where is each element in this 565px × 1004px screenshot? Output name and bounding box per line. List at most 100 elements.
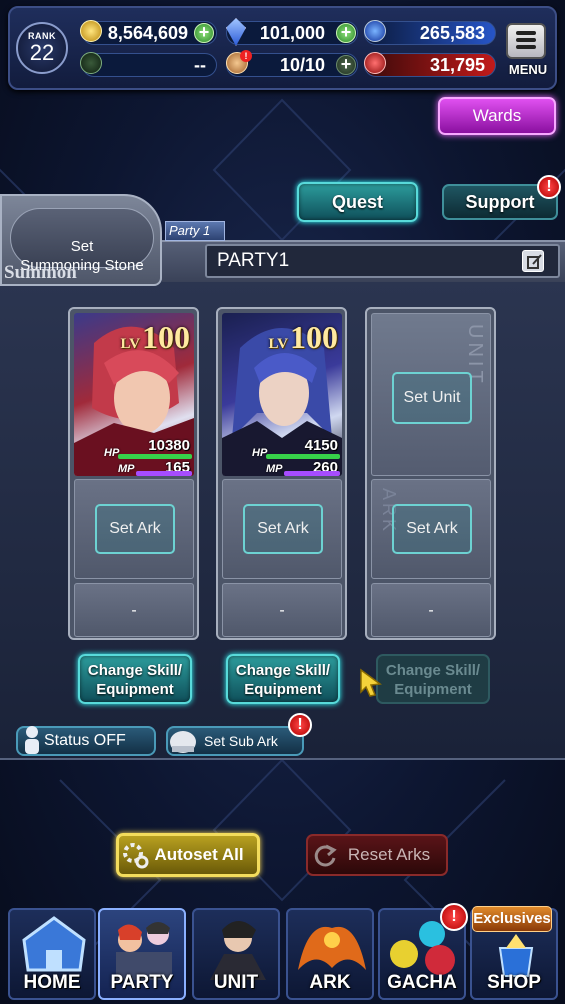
wards-button[interactable]: Wards — [438, 97, 556, 135]
blue-orb-icon — [364, 20, 386, 42]
summon-label: Summon — [4, 262, 77, 283]
change-skill-label: Change Skill/ Equipment — [385, 662, 481, 698]
change-skill-button-2[interactable]: Change Skill/ Equipment — [226, 654, 340, 704]
rank-value: 22 — [29, 40, 55, 65]
support-badge: ! — [537, 175, 561, 199]
change-skill-label: Change Skill/ Equipment — [87, 662, 183, 698]
set-ark-button-2[interactable]: Set Ark — [243, 504, 323, 554]
ark-slot-2: Set Ark — [222, 479, 342, 579]
set-ark-label: Set Ark — [257, 520, 309, 537]
green-compass-icon — [80, 52, 102, 74]
exclusives-badge: Exclusives — [472, 906, 552, 932]
party-icon — [116, 922, 172, 980]
nav-party[interactable]: PARTY — [98, 908, 186, 1000]
sub-slot-value: - — [131, 602, 137, 619]
nav-ark-label: ARK — [309, 972, 351, 993]
nav-ark[interactable]: ARK — [286, 908, 374, 1000]
mp-bar — [136, 471, 192, 476]
helmet-icon — [170, 731, 196, 753]
edit-icon[interactable] — [522, 250, 544, 272]
blue-orb-value: 265,583 — [419, 23, 485, 43]
menu-icon — [516, 31, 536, 35]
ark-icon — [298, 926, 366, 970]
stamina-value: 10/10 — [279, 55, 325, 75]
unit-level-2: LV100 — [269, 319, 338, 356]
quest-label: Quest — [331, 192, 383, 212]
ap-counter: -- — [82, 53, 217, 77]
unit-icon — [210, 921, 266, 980]
set-unit-button[interactable]: Set Unit — [392, 372, 472, 424]
reset-icon — [314, 844, 337, 867]
gold-value: 8,564,609 — [107, 23, 188, 43]
hp-value: 4150 — [304, 437, 338, 454]
unit-portrait-1[interactable]: LV100 HP 10380 MP 165 — [74, 313, 194, 476]
reset-arks-label: Reset Arks — [347, 845, 431, 864]
unit-slot-1: LV100 HP 10380 MP 165 Set Ark - — [68, 307, 199, 640]
set-ark-label: Set Ark — [406, 520, 458, 537]
hp-value: 10380 — [148, 437, 190, 454]
sub-slot-2[interactable]: - — [222, 583, 342, 637]
nav-gacha-label: GACHA — [387, 972, 457, 993]
cursor-icon — [360, 668, 382, 697]
sub-slot-3[interactable]: - — [371, 583, 491, 637]
menu-label: MENU — [508, 62, 548, 77]
level-value: 100 — [290, 319, 338, 355]
person-icon — [25, 726, 39, 754]
status-off-label: Status OFF — [44, 732, 126, 749]
red-orb-value: 31,795 — [429, 55, 485, 75]
sub-ark-badge: ! — [288, 713, 312, 737]
set-summoning-stone-button[interactable]: Set Summoning Stone — [10, 208, 154, 274]
unit-level-1: LV100 — [121, 319, 190, 356]
stamina-alert-icon: ! — [240, 50, 252, 62]
unit-slot-3: UNIT Set Unit ARK Set Ark - — [365, 307, 496, 640]
gold-plus-icon[interactable]: + — [194, 23, 214, 43]
party-tag: Party 1 — [165, 221, 225, 241]
hp-label: HP — [252, 447, 268, 459]
unit-portrait-2[interactable]: LV100 HP 4150 MP 260 — [222, 313, 342, 476]
crystal-plus-icon[interactable]: + — [336, 23, 356, 43]
empty-unit-slot: UNIT Set Unit — [371, 313, 491, 476]
set-sub-ark-label: Set Sub Ark — [204, 733, 278, 749]
nav-party-label: PARTY — [110, 972, 174, 993]
ark-slot-3: ARK Set Ark — [371, 479, 491, 579]
stamina-plus-icon[interactable]: + — [336, 55, 356, 75]
unit-slot-2: LV100 HP 4150 MP 260 Set Ark - — [216, 307, 347, 640]
menu-button[interactable] — [506, 23, 546, 59]
set-unit-label: Set Unit — [403, 389, 461, 406]
change-skill-label: Change Skill/ Equipment — [235, 662, 331, 698]
red-orb-icon — [364, 52, 386, 74]
home-icon — [22, 916, 86, 972]
nav-home-label: HOME — [23, 972, 81, 993]
nav-home[interactable]: HOME — [8, 908, 96, 1000]
hp-label: HP — [104, 447, 120, 459]
wards-label: Wards — [472, 106, 522, 125]
party-name: PARTY1 — [217, 250, 290, 271]
mp-label: MP — [118, 463, 135, 475]
level-value: 100 — [142, 319, 190, 355]
nav-unit-label: UNIT — [213, 972, 259, 993]
mp-label: MP — [266, 463, 283, 475]
sub-slot-value: - — [279, 602, 285, 619]
rank-badge: RANK 22 — [16, 22, 68, 74]
party-name-field[interactable]: PARTY1 — [205, 244, 560, 278]
ark-slot-1: Set Ark — [74, 479, 194, 579]
gacha-badge: ! — [440, 903, 468, 931]
lv-label: LV — [268, 336, 288, 352]
resource-bar — [8, 6, 557, 90]
gold-coin-icon — [80, 20, 102, 42]
sub-slot-value: - — [428, 602, 434, 619]
change-skill-button-1[interactable]: Change Skill/ Equipment — [78, 654, 192, 704]
quest-button[interactable]: Quest — [297, 182, 418, 222]
lv-label: LV — [120, 336, 140, 352]
crystal-value: 101,000 — [259, 23, 325, 43]
change-skill-button-3[interactable]: Change Skill/ Equipment — [376, 654, 490, 704]
nav-shop-label: SHOP — [487, 972, 541, 993]
set-ark-label: Set Ark — [109, 520, 161, 537]
gear-icon — [123, 843, 149, 869]
nav-unit[interactable]: UNIT — [192, 908, 280, 1000]
mp-bar — [284, 471, 340, 476]
sub-slot-1[interactable]: - — [74, 583, 194, 637]
support-label: Support — [465, 192, 535, 212]
set-ark-button-1[interactable]: Set Ark — [95, 504, 175, 554]
set-ark-button-3[interactable]: Set Ark — [392, 504, 472, 554]
